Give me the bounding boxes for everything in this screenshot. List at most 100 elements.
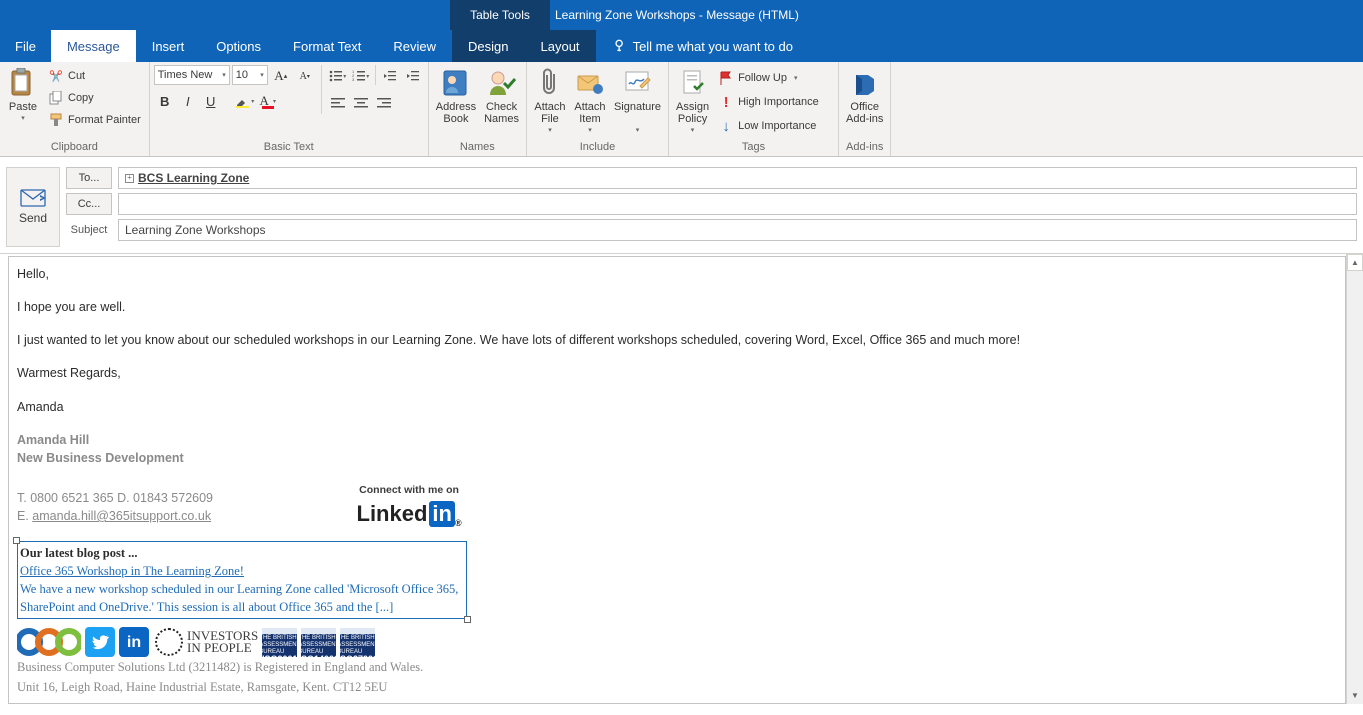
- follow-up-button[interactable]: Follow Up▾: [714, 67, 823, 89]
- up-icon[interactable]: : [90, 2, 116, 28]
- send-label: Send: [19, 211, 47, 225]
- tab-file[interactable]: File: [0, 30, 51, 62]
- blog-excerpt: We have a new workshop scheduled in our …: [20, 582, 458, 614]
- signature-button[interactable]: Signature▾: [611, 65, 664, 137]
- basictext-launcher-icon[interactable]: : [412, 141, 426, 155]
- copy-button[interactable]: Copy: [44, 87, 145, 109]
- quick-access-toolbar:      : [0, 2, 172, 28]
- font-size-select[interactable]: 10▾: [232, 65, 268, 85]
- attach-file-button[interactable]: Attach File ▾: [531, 65, 569, 137]
- redo-icon[interactable]: : [62, 2, 88, 28]
- signature-email-label: E.: [17, 509, 32, 523]
- maximize-icon[interactable]: : [1271, 0, 1317, 30]
- bullets-icon[interactable]: ▾: [327, 65, 349, 87]
- tags-launcher-icon[interactable]: : [822, 141, 836, 155]
- ribbon-display-icon[interactable]: : [1179, 0, 1225, 30]
- ribbon-tabs: File Message Insert Options Format Text …: [0, 30, 1363, 62]
- twitter-icon[interactable]: [85, 627, 115, 657]
- send-icon: [20, 189, 46, 207]
- assign-policy-button[interactable]: Assign Policy ▾: [673, 65, 712, 137]
- address-book-button[interactable]: Address Book: [433, 65, 479, 137]
- linkedin-icon[interactable]: in: [119, 627, 149, 657]
- numbering-icon[interactable]: 123▾: [350, 65, 372, 87]
- resize-handle-icon[interactable]: [13, 537, 20, 544]
- check-names-button[interactable]: Check Names: [481, 65, 522, 137]
- down-icon[interactable]: : [118, 2, 144, 28]
- body-line: Warmest Regards,: [17, 364, 1337, 382]
- signature-email-link[interactable]: amanda.hill@365itsupport.co.uk: [32, 509, 211, 523]
- resize-handle-icon[interactable]: [464, 616, 471, 623]
- shrink-font-icon[interactable]: A▾: [294, 65, 316, 87]
- iso-badge: THE BRITISHASSESSMENTBUREAUISO9001: [262, 628, 297, 657]
- grow-font-icon[interactable]: A▴: [270, 65, 292, 87]
- paperclip-icon: [534, 67, 566, 99]
- signature-name: Amanda Hill: [17, 433, 89, 447]
- close-icon[interactable]: : [1317, 0, 1363, 30]
- group-include: Attach File ▾ Attach Item ▾ Signature▾ I…: [527, 62, 669, 156]
- scroll-down-icon[interactable]: ▼: [1347, 687, 1363, 704]
- indent-icon[interactable]: [402, 65, 424, 87]
- align-center-icon[interactable]: [350, 92, 372, 114]
- office-addins-button[interactable]: Office Add-ins: [843, 65, 886, 137]
- expand-icon[interactable]: +: [125, 174, 134, 183]
- send-button[interactable]: Send: [6, 167, 60, 247]
- tab-options[interactable]: Options: [200, 30, 277, 62]
- collapse-ribbon-icon[interactable]: : [1351, 144, 1359, 155]
- blog-table[interactable]: Our latest blog post ... Office 365 Work…: [17, 541, 467, 620]
- tab-design[interactable]: Design: [452, 30, 524, 62]
- outdent-icon[interactable]: [379, 65, 401, 87]
- flag-icon: [718, 70, 734, 86]
- high-importance-button[interactable]: !High Importance: [714, 91, 823, 113]
- qat-more-icon[interactable]: : [146, 2, 172, 28]
- window-controls:    : [1179, 0, 1363, 30]
- underline-icon[interactable]: U: [200, 90, 222, 112]
- linkedin-badge[interactable]: Connect with me on Linkedin®: [357, 483, 462, 530]
- tab-format-text[interactable]: Format Text: [277, 30, 377, 62]
- body-scrollbar[interactable]: ▲ ▼: [1346, 254, 1363, 704]
- minimize-icon[interactable]: : [1225, 0, 1271, 30]
- tab-message[interactable]: Message: [51, 30, 136, 62]
- align-right-icon[interactable]: [373, 92, 395, 114]
- tab-insert[interactable]: Insert: [136, 30, 201, 62]
- subject-field[interactable]: Learning Zone Workshops: [118, 219, 1357, 241]
- to-field[interactable]: + BCS Learning Zone: [118, 167, 1357, 189]
- to-button[interactable]: To...: [66, 167, 112, 189]
- bold-icon[interactable]: B: [154, 90, 176, 112]
- group-tags: Assign Policy ▾ Follow Up▾ !High Importa…: [669, 62, 839, 156]
- message-body[interactable]: Hello, I hope you are well. I just wante…: [8, 256, 1346, 704]
- subject-label: Subject: [66, 224, 112, 236]
- body-greeting: Hello,: [17, 265, 1337, 283]
- blog-link[interactable]: Office 365 Workshop in The Learning Zone…: [20, 564, 244, 578]
- low-importance-button[interactable]: ↓Low Importance: [714, 115, 823, 137]
- tell-me-search[interactable]: Tell me what you want to do: [596, 30, 793, 62]
- format-painter-button[interactable]: Format Painter: [44, 109, 145, 131]
- cc-field[interactable]: [118, 193, 1357, 215]
- tell-me-label: Tell me what you want to do: [633, 39, 793, 54]
- group-addins: Office Add-ins Add-ins: [839, 62, 891, 156]
- address-book-label: Address Book: [436, 101, 476, 125]
- tab-layout[interactable]: Layout: [525, 30, 596, 62]
- group-clipboard: Paste ▾ ✂️Cut Copy Format Painter Clipbo…: [0, 62, 150, 156]
- italic-icon[interactable]: I: [177, 90, 199, 112]
- clipboard-launcher-icon[interactable]: : [133, 141, 147, 155]
- attach-item-button[interactable]: Attach Item ▾: [571, 65, 609, 137]
- save-icon[interactable]: : [6, 2, 32, 28]
- body-signoff: Amanda: [17, 398, 1337, 416]
- context-tab-tabletools: Table Tools: [450, 0, 550, 30]
- font-select[interactable]: Times New▾: [154, 65, 230, 85]
- scroll-up-icon[interactable]: ▲: [1347, 254, 1363, 271]
- blog-title: Our latest blog post ...: [20, 546, 138, 560]
- iso-badge: THE BRITISHASSESSMENTBUREAUISO27001: [340, 628, 375, 657]
- message-header: Send To... + BCS Learning Zone Cc... Sub…: [0, 157, 1363, 254]
- window-title: Learning Zone Workshops - Message (HTML): [555, 0, 799, 30]
- paste-button[interactable]: Paste ▾: [4, 65, 42, 137]
- body-wrap: Hello, I hope you are well. I just wante…: [0, 254, 1363, 704]
- align-left-icon[interactable]: [327, 92, 349, 114]
- undo-icon[interactable]: : [34, 2, 60, 28]
- tab-review[interactable]: Review: [377, 30, 452, 62]
- cc-button[interactable]: Cc...: [66, 193, 112, 215]
- highlight-icon[interactable]: ▾: [234, 90, 256, 112]
- cut-button[interactable]: ✂️Cut: [44, 65, 145, 87]
- to-recipient[interactable]: BCS Learning Zone: [138, 171, 249, 185]
- font-color-icon[interactable]: A▾: [257, 90, 279, 112]
